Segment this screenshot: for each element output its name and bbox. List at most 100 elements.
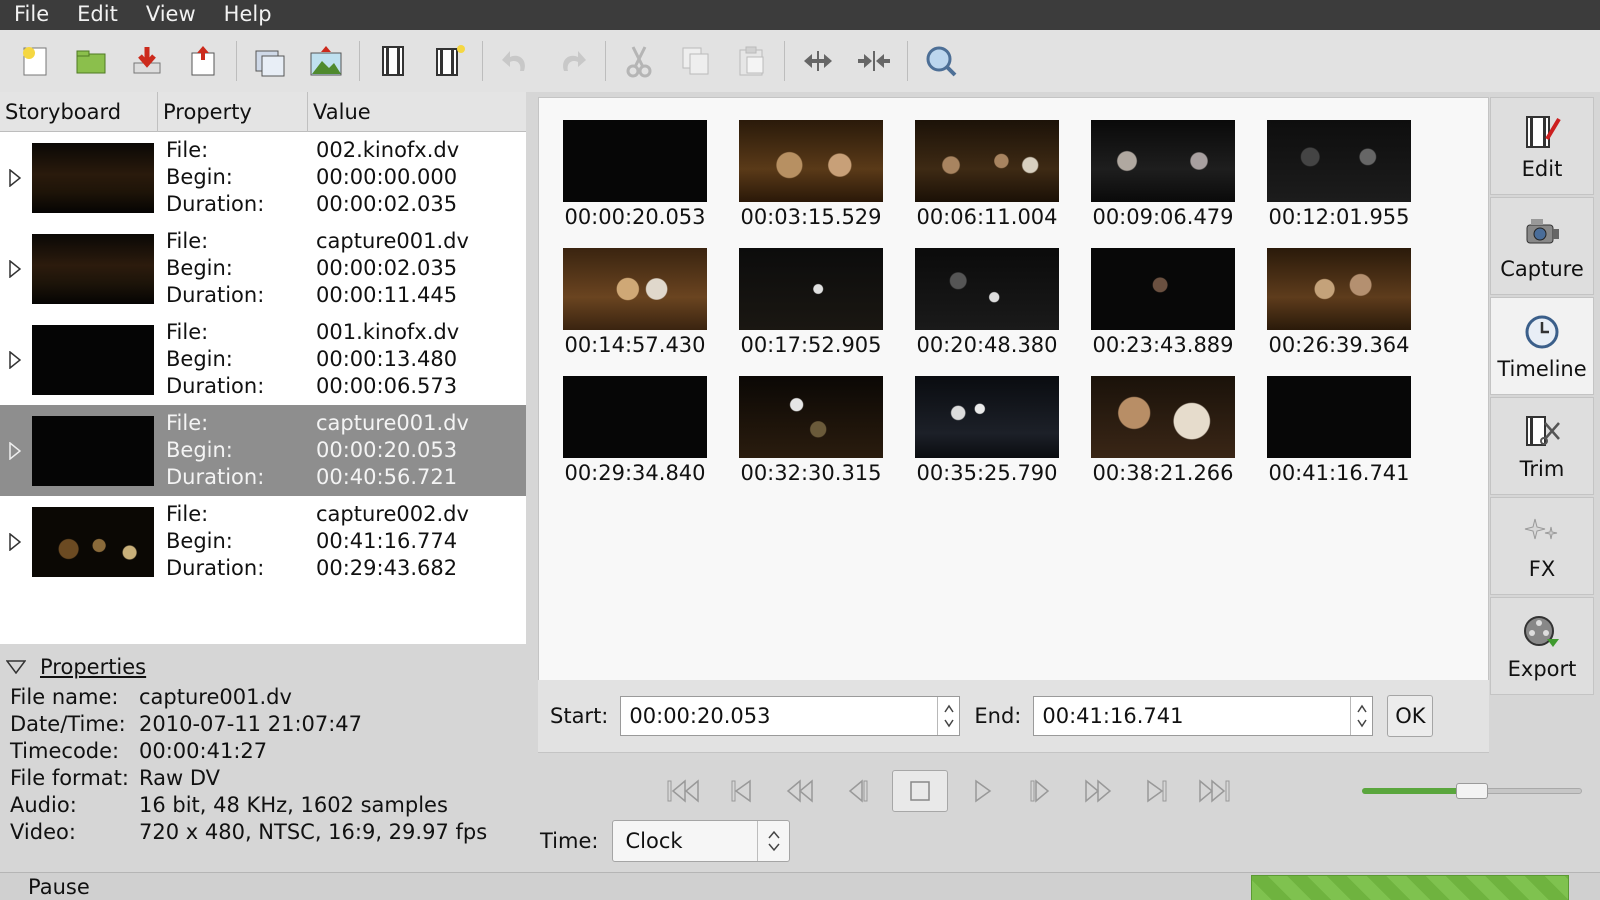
timeline-frame[interactable]: 00:03:15.529: [739, 120, 883, 228]
copy-icon[interactable]: [672, 38, 718, 84]
frame-thumbnail: [915, 376, 1059, 458]
fast-forward-button[interactable]: [1074, 771, 1122, 811]
storyboard-row[interactable]: File: Begin: Duration: capture002.dv 00:41:…: [0, 496, 526, 587]
timeline-frame[interactable]: 00:32:30.315: [739, 376, 883, 484]
zoom-icon[interactable]: [918, 38, 964, 84]
open-icon[interactable]: [68, 38, 114, 84]
back-frame-button[interactable]: [834, 771, 882, 811]
storyboard-row-selected[interactable]: File: Begin: Duration: capture001.dv 00:00:…: [0, 405, 526, 496]
end-label: End:: [974, 704, 1022, 728]
storyboard-row[interactable]: File: Begin: Duration: 002.kinofx.dv 00:00:…: [0, 132, 526, 223]
clip-thumbnail: [32, 324, 154, 395]
frame-thumbnail: [563, 120, 707, 202]
tab-trim[interactable]: Trim: [1490, 397, 1594, 495]
column-value[interactable]: Value: [308, 92, 526, 132]
menu-help[interactable]: Help: [210, 0, 286, 30]
timeline-panel: 00:00:20.053 00:03:15.529 00:06:11.004 00:0…: [538, 97, 1489, 753]
ok-button[interactable]: OK: [1387, 695, 1434, 737]
menu-edit[interactable]: Edit: [63, 0, 132, 30]
expander-icon[interactable]: [0, 441, 30, 460]
forward-frame-button[interactable]: [1016, 771, 1064, 811]
menu-file[interactable]: File: [0, 0, 63, 30]
play-button[interactable]: [958, 771, 1006, 811]
timeline-frame[interactable]: 00:38:21.266: [1091, 376, 1235, 484]
save-icon[interactable]: [124, 38, 170, 84]
frame-thumbnail: [1091, 248, 1235, 330]
insert-after-icon[interactable]: [426, 38, 472, 84]
clip-thumbnail: [32, 233, 154, 304]
clip-begin: 00:00:02.035: [316, 256, 458, 280]
expander-icon[interactable]: [0, 350, 30, 369]
expander-icon[interactable]: [0, 532, 30, 551]
export-frame-icon[interactable]: [247, 38, 293, 84]
undo-icon[interactable]: [493, 38, 539, 84]
frame-thumbnail: [739, 376, 883, 458]
status-text: Pause: [28, 875, 90, 899]
back-frame-icon: [848, 779, 868, 803]
timeline-frame[interactable]: 00:20:48.380: [915, 248, 1059, 356]
cut-icon[interactable]: [616, 38, 662, 84]
clip-file: 002.kinofx.dv: [316, 138, 460, 162]
properties-expander[interactable]: Properties: [0, 650, 526, 684]
split-icon[interactable]: [795, 38, 841, 84]
sparkle-icon: [1524, 518, 1558, 540]
column-property[interactable]: Property: [158, 91, 308, 132]
property-line: File format: Raw DV: [10, 766, 221, 790]
rewind-button[interactable]: [776, 771, 824, 811]
timeline-frame[interactable]: 00:26:39.364: [1267, 248, 1411, 356]
timeline-frame[interactable]: 00:17:52.905: [739, 248, 883, 356]
tab-capture[interactable]: Capture: [1490, 197, 1594, 295]
storyboard-row[interactable]: File: Begin: Duration: 001.kinofx.dv 00:00:…: [0, 314, 526, 405]
timeline-frame[interactable]: 00:00:20.053: [563, 120, 707, 228]
expander-icon[interactable]: [0, 259, 30, 278]
storyboard-row[interactable]: File: Begin: Duration: capture001.dv 00:00:…: [0, 223, 526, 314]
timeline-frame[interactable]: 00:12:01.955: [1267, 120, 1411, 228]
timeline-frame[interactable]: 00:06:11.004: [915, 120, 1059, 228]
redo-icon[interactable]: [549, 38, 595, 84]
menu-view[interactable]: View: [132, 0, 210, 30]
join-icon[interactable]: [851, 38, 897, 84]
clip-begin: 00:41:16.774: [316, 529, 458, 553]
timeline-frame[interactable]: 00:29:34.840: [563, 376, 707, 484]
timeline-frame[interactable]: 00:09:06.479: [1091, 120, 1235, 228]
timeline-frame[interactable]: 00:35:25.790: [915, 376, 1059, 484]
frame-thumbnail: [563, 376, 707, 458]
time-format-combo[interactable]: Clock: [612, 820, 791, 862]
properties-section: Properties File name: capture001.dv Date/…: [0, 650, 526, 872]
timeline-frame[interactable]: 00:41:16.741: [1267, 376, 1411, 484]
expander-icon[interactable]: [0, 168, 30, 187]
clip-thumbnail: [32, 415, 154, 486]
tab-export[interactable]: Export: [1490, 597, 1594, 695]
time-label: Time:: [540, 829, 599, 853]
timeline-frame[interactable]: 00:23:43.889: [1091, 248, 1235, 356]
clip-begin: 00:00:00.000: [316, 165, 458, 189]
end-field[interactable]: 00:41:16.741: [1033, 696, 1374, 736]
insert-before-icon[interactable]: [370, 38, 416, 84]
paste-icon[interactable]: [728, 38, 774, 84]
end-spinner[interactable]: [1350, 697, 1372, 735]
transport-controls: [660, 770, 1248, 812]
stop-button[interactable]: [892, 770, 948, 812]
clip-duration: 00:29:43.682: [316, 556, 458, 580]
publish-icon[interactable]: [303, 38, 349, 84]
tab-timeline[interactable]: Timeline: [1490, 297, 1594, 395]
frame-timecode: 00:14:57.430: [564, 333, 706, 357]
frame-thumbnail: [739, 248, 883, 330]
start-spinner[interactable]: [937, 697, 959, 735]
next-scene-button[interactable]: [1132, 771, 1180, 811]
tab-fx[interactable]: FX: [1490, 497, 1594, 595]
new-icon[interactable]: [12, 38, 58, 84]
stop-icon: [910, 781, 930, 801]
volume-handle[interactable]: [1456, 783, 1488, 799]
column-storyboard[interactable]: Storyboard: [0, 91, 158, 132]
tab-edit[interactable]: Edit: [1490, 97, 1594, 195]
save-as-icon[interactable]: [180, 38, 226, 84]
toolbar-separator: [784, 41, 785, 81]
first-frame-button[interactable]: [660, 771, 708, 811]
start-field[interactable]: 00:00:20.053: [620, 696, 961, 736]
clip-file: capture002.dv: [316, 502, 469, 526]
last-frame-button[interactable]: [1190, 771, 1238, 811]
volume-slider[interactable]: [1362, 783, 1582, 799]
previous-scene-button[interactable]: [718, 771, 766, 811]
timeline-frame[interactable]: 00:14:57.430: [563, 248, 707, 356]
